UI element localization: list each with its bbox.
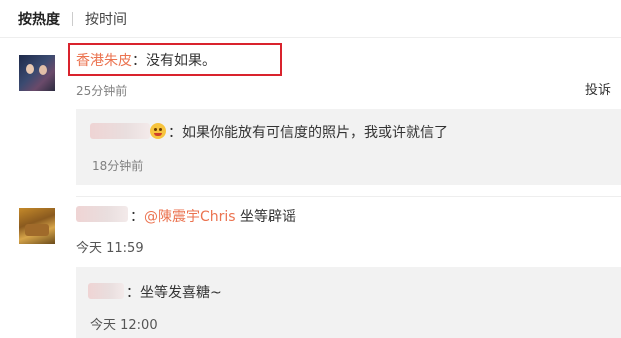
tab-by-hot[interactable]: 按热度 <box>18 9 60 29</box>
reply-colon: ： <box>168 125 182 141</box>
sort-tabs: 按热度 按时间 <box>18 8 127 30</box>
comment-time: 今天 11:59 <box>76 241 144 256</box>
comment-username[interactable]: 香港朱皮 <box>76 53 132 69</box>
avatar[interactable] <box>19 208 55 244</box>
reply-body: 坐等发喜糖~ <box>140 285 222 301</box>
mention-link[interactable]: @陳震宇Chris <box>144 209 236 225</box>
blurred-username <box>88 283 124 299</box>
avatar-face <box>26 64 34 74</box>
blurred-username <box>90 123 150 139</box>
comment-colon: ： <box>130 209 144 225</box>
blurred-username <box>76 206 128 222</box>
reply-colon: ： <box>126 285 140 301</box>
comment-body: 坐等辟谣 <box>235 209 297 225</box>
avatar-shape <box>25 224 49 236</box>
emoji-eye <box>154 128 157 131</box>
reply-body: 如果你能放有可信度的照片，我或许就信了 <box>182 125 448 141</box>
avatar-face <box>39 65 47 75</box>
reply-time: 今天 12:00 <box>90 318 158 333</box>
comment-text: 香港朱皮：没有如果。 <box>76 50 216 70</box>
reply-text: ：坐等发喜糖~ <box>126 282 222 302</box>
comment-separator <box>76 196 621 197</box>
comment-time: 25分钟前 <box>76 84 128 98</box>
reply-time: 18分钟前 <box>92 159 144 173</box>
comment-body: 没有如果。 <box>146 53 216 69</box>
tab-divider <box>72 12 73 26</box>
emoji-eye <box>159 128 162 131</box>
report-button[interactable]: 投诉 <box>585 79 611 98</box>
emoji-icon <box>150 123 166 139</box>
tab-by-time[interactable]: 按时间 <box>85 9 127 29</box>
comment-text: ：@陳震宇Chris 坐等辟谣 <box>130 206 296 226</box>
reply-text: ：如果你能放有可信度的照片，我或许就信了 <box>168 122 448 142</box>
avatar[interactable] <box>19 55 55 91</box>
header-divider <box>0 37 621 38</box>
reply-box <box>76 109 621 185</box>
emoji-mouth <box>154 133 162 136</box>
comment-colon: ： <box>132 53 146 69</box>
